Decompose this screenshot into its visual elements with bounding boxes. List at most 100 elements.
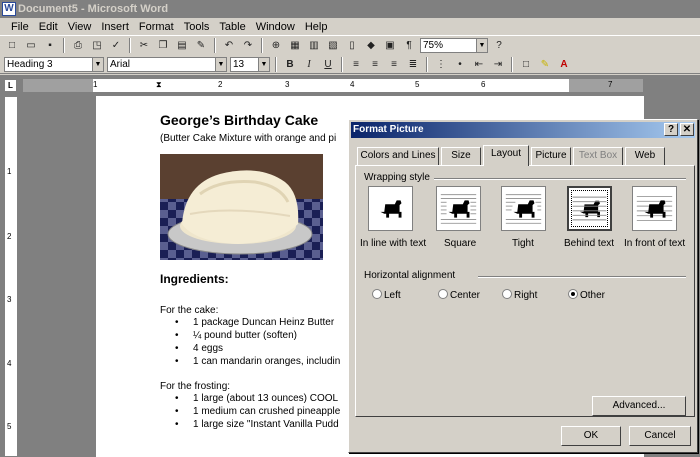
wrap-tight-button[interactable] <box>501 186 546 231</box>
wrap-inline-button[interactable] <box>368 186 413 231</box>
toolbar-separator <box>63 38 65 53</box>
list-item: • 1 large size "Instant Vanilla Pudd <box>175 419 339 430</box>
insert-table-icon[interactable]: ▥ <box>306 38 322 53</box>
tab-text-box[interactable]: Text Box <box>573 147 623 165</box>
menu-window[interactable]: Window <box>251 19 300 35</box>
copy-icon[interactable]: ❐ <box>155 38 171 53</box>
decrease-indent-icon[interactable]: ⇤ <box>471 57 487 72</box>
word-icon[interactable]: W <box>2 2 16 16</box>
tab-web[interactable]: Web <box>625 147 665 165</box>
italic-button[interactable]: I <box>301 57 317 72</box>
align-right-radio[interactable]: Right <box>502 289 537 301</box>
spelling-icon[interactable]: ✓ <box>108 38 124 53</box>
advanced-button[interactable]: Advanced... <box>592 396 686 416</box>
ruler-tick: 1 <box>93 80 98 89</box>
cake-photo[interactable] <box>160 154 323 260</box>
highlight-icon[interactable]: ✎ <box>537 57 553 72</box>
align-left-icon[interactable]: ≡ <box>348 57 364 72</box>
menu-table[interactable]: Table <box>214 19 250 35</box>
cancel-button[interactable]: Cancel <box>629 426 691 446</box>
formatting-toolbar: Heading 3 ▼ Arial ▼ 13 ▼ B I U ≡ ≡ ≡ ≣ ⋮… <box>0 55 700 74</box>
chevron-down-icon[interactable]: ▼ <box>476 39 487 52</box>
menu-file[interactable]: File <box>6 19 34 35</box>
align-center-icon[interactable]: ≡ <box>367 57 383 72</box>
group-divider <box>434 178 686 180</box>
align-center-radio[interactable]: Center <box>438 289 480 301</box>
vertical-ruler[interactable]: 1 2 3 4 5 <box>4 96 18 457</box>
ruler-tick: 1 <box>7 167 12 176</box>
ruler-tick: 3 <box>7 295 12 304</box>
border-icon[interactable]: □ <box>518 57 534 72</box>
new-document-icon[interactable]: □ <box>4 38 20 53</box>
open-folder-icon[interactable]: ▭ <box>23 38 39 53</box>
document-map-icon[interactable]: ▣ <box>382 38 398 53</box>
list-item-text: 1 can mandarin oranges, includin <box>193 356 341 367</box>
list-item: • 1 package Duncan Heinz Butter <box>175 317 334 328</box>
bullet-dot: • <box>175 406 179 417</box>
print-preview-icon[interactable]: ◳ <box>89 38 105 53</box>
tables-borders-icon[interactable]: ▦ <box>287 38 303 53</box>
align-left-radio[interactable]: Left <box>372 289 401 301</box>
undo-icon[interactable]: ↶ <box>221 38 237 53</box>
show-hide-icon[interactable]: ¶ <box>401 38 417 53</box>
horizontal-ruler[interactable]: 1 ⧗ 2 3 4 5 6 7 <box>22 78 644 93</box>
help-button[interactable]: ? <box>664 123 678 136</box>
ok-button[interactable]: OK <box>561 426 621 446</box>
paste-icon[interactable]: ▤ <box>174 38 190 53</box>
style-combo[interactable]: Heading 3 ▼ <box>4 56 104 72</box>
align-other-radio[interactable]: Other <box>568 289 605 301</box>
tab-size[interactable]: Size <box>441 147 481 165</box>
menu-format[interactable]: Format <box>134 19 179 35</box>
wrap-behind-text-button[interactable] <box>567 186 612 231</box>
wrap-square-button[interactable] <box>436 186 481 231</box>
insert-excel-icon[interactable]: ▧ <box>325 38 341 53</box>
dialog-title-bar[interactable]: Format Picture ? ✕ <box>351 122 695 138</box>
chevron-down-icon[interactable]: ▼ <box>215 57 226 71</box>
columns-icon[interactable]: ▯ <box>344 38 360 53</box>
help-icon[interactable]: ? <box>491 38 507 53</box>
bullet-dot: • <box>175 393 179 404</box>
close-button[interactable]: ✕ <box>680 123 694 136</box>
font-combo[interactable]: Arial ▼ <box>107 56 227 72</box>
menu-edit[interactable]: Edit <box>34 19 63 35</box>
tab-picture[interactable]: Picture <box>531 147 571 165</box>
chevron-down-icon[interactable]: ▼ <box>258 57 269 71</box>
radio-circle-selected <box>568 289 578 299</box>
tab-layout[interactable]: Layout <box>483 145 529 166</box>
ingredients-heading: Ingredients: <box>160 272 229 286</box>
save-icon[interactable]: ▪ <box>42 38 58 53</box>
ruler-tick: 2 <box>7 232 12 241</box>
bold-button[interactable]: B <box>282 57 298 72</box>
menu-help[interactable]: Help <box>300 19 333 35</box>
numbering-icon[interactable]: ⋮ <box>433 57 449 72</box>
print-icon[interactable]: ⎙ <box>70 38 86 53</box>
cut-icon[interactable]: ✂ <box>136 38 152 53</box>
font-size-combo[interactable]: 13 ▼ <box>230 56 270 72</box>
horizontal-alignment-label: Horizontal alignment <box>364 270 456 281</box>
format-painter-icon[interactable]: ✎ <box>193 38 209 53</box>
ruler-tick: 5 <box>415 80 420 89</box>
justify-icon[interactable]: ≣ <box>405 57 421 72</box>
menu-tools[interactable]: Tools <box>179 19 215 35</box>
font-color-icon[interactable]: A <box>556 57 572 72</box>
bullets-icon[interactable]: • <box>452 57 468 72</box>
ruler-tick: 4 <box>350 80 355 89</box>
increase-indent-icon[interactable]: ⇥ <box>490 57 506 72</box>
frosting-heading: For the frosting: <box>160 381 231 392</box>
ruler-indent-marker-icon[interactable]: ⧗ <box>156 80 162 90</box>
tab-selector-icon[interactable]: L <box>4 79 17 92</box>
underline-button[interactable]: U <box>320 57 336 72</box>
tab-colors-and-lines[interactable]: Colors and Lines <box>357 147 439 165</box>
redo-icon[interactable]: ↷ <box>240 38 256 53</box>
menu-insert[interactable]: Insert <box>96 19 134 35</box>
hyperlink-icon[interactable]: ⊕ <box>268 38 284 53</box>
dog-icon <box>572 196 607 221</box>
chevron-down-icon[interactable]: ▼ <box>92 57 103 71</box>
zoom-combo[interactable]: 75% ▼ <box>420 38 488 53</box>
drawing-icon[interactable]: ◆ <box>363 38 379 53</box>
font-value: Arial <box>110 58 131 70</box>
align-right-icon[interactable]: ≡ <box>386 57 402 72</box>
wrapping-style-label: Wrapping style <box>364 172 430 183</box>
wrap-in-front-button[interactable] <box>632 186 677 231</box>
menu-view[interactable]: View <box>63 19 97 35</box>
